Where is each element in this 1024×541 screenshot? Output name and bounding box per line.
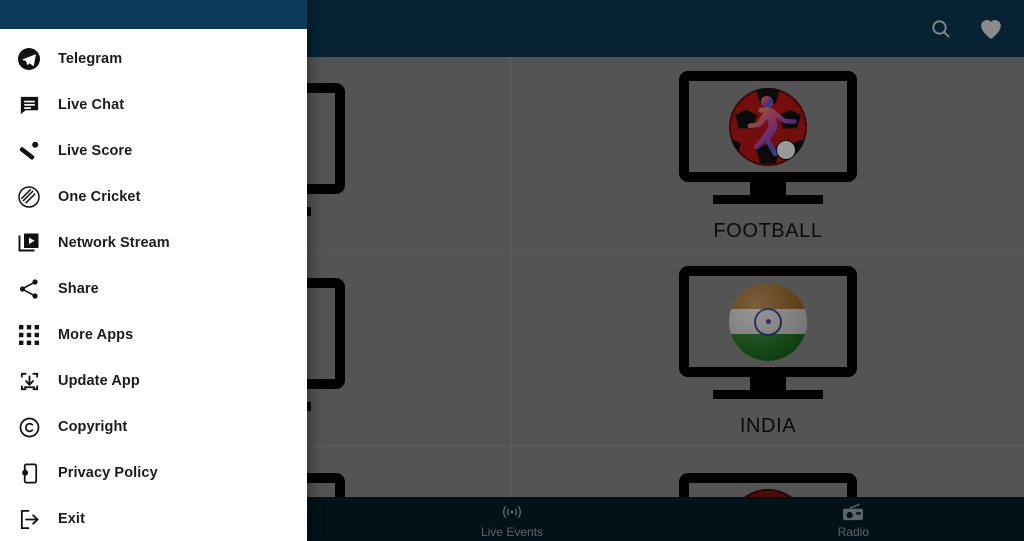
drawer-item-label: Share <box>58 281 99 297</box>
search-icon[interactable] <box>928 16 954 42</box>
category-tile-label: FOOTBALL <box>713 220 823 242</box>
drawer-item-update-app[interactable]: Update App <box>0 358 307 404</box>
nav-item-live-events[interactable]: Live Events <box>341 497 682 541</box>
drawer-item-label: Live Score <box>58 143 133 159</box>
drawer-item-share[interactable]: Share <box>0 266 307 312</box>
drawer-item-label: More Apps <box>58 327 134 343</box>
drawer-item-label: One Cricket <box>58 189 141 205</box>
drawer-header <box>0 0 307 29</box>
app-grid-icon <box>14 320 44 350</box>
favorite-heart-icon[interactable] <box>978 16 1004 42</box>
drawer-item-label: Copyright <box>58 419 128 435</box>
tv-icon <box>679 266 857 399</box>
category-tile-football[interactable]: FOOTBALL <box>512 57 1024 252</box>
radio-icon <box>842 501 864 523</box>
app-bar-actions <box>928 16 1024 42</box>
category-tile[interactable] <box>512 447 1024 497</box>
category-tile-label: INDIA <box>739 415 797 437</box>
video-layers-icon <box>14 228 44 258</box>
cricket-ball-icon <box>14 182 44 212</box>
nav-item-radio[interactable]: Radio <box>683 497 1024 541</box>
drawer-item-one-cricket[interactable]: One Cricket <box>0 174 307 220</box>
drawer-item-label: Update App <box>58 373 140 389</box>
app-root: FOOTBALL INDIA Live Events Radio Telegra… <box>0 0 1024 541</box>
telegram-icon <box>14 44 44 74</box>
share-nodes-icon <box>14 274 44 304</box>
drawer-item-label: Telegram <box>58 51 123 67</box>
drawer-item-copyright[interactable]: Copyright <box>0 404 307 450</box>
chat-bubble-icon <box>14 90 44 120</box>
drawer-item-privacy-policy[interactable]: Privacy Policy <box>0 450 307 496</box>
drawer-item-label: Network Stream <box>58 235 170 251</box>
drawer-item-label: Live Chat <box>58 97 125 113</box>
drawer-item-label: Privacy Policy <box>58 465 158 481</box>
category-tile-india[interactable]: INDIA <box>512 252 1024 447</box>
cricket-bat-ball-icon <box>14 136 44 166</box>
ball-art <box>729 489 807 497</box>
broadcast-icon <box>501 501 523 523</box>
drawer-item-exit[interactable]: Exit <box>0 496 307 541</box>
drawer-menu-list: Telegram Live Chat Live Score One Cricke… <box>0 29 307 541</box>
nav-label: Live Events <box>480 525 544 539</box>
drawer-item-label: Exit <box>58 511 85 527</box>
drawer-item-network-stream[interactable]: Network Stream <box>0 220 307 266</box>
tv-icon <box>679 71 857 204</box>
nav-label: Radio <box>837 525 869 539</box>
drawer-item-more-apps[interactable]: More Apps <box>0 312 307 358</box>
navigation-drawer: Telegram Live Chat Live Score One Cricke… <box>0 0 307 541</box>
football-ball-art <box>729 87 807 166</box>
copyright-icon <box>14 412 44 442</box>
exit-arrow-icon <box>14 504 44 534</box>
tv-icon <box>679 472 857 497</box>
india-flag-art <box>729 282 807 361</box>
drawer-item-live-score[interactable]: Live Score <box>0 128 307 174</box>
phone-lock-icon <box>14 458 44 488</box>
download-box-icon <box>14 366 44 396</box>
drawer-item-telegram[interactable]: Telegram <box>0 36 307 82</box>
drawer-item-live-chat[interactable]: Live Chat <box>0 82 307 128</box>
